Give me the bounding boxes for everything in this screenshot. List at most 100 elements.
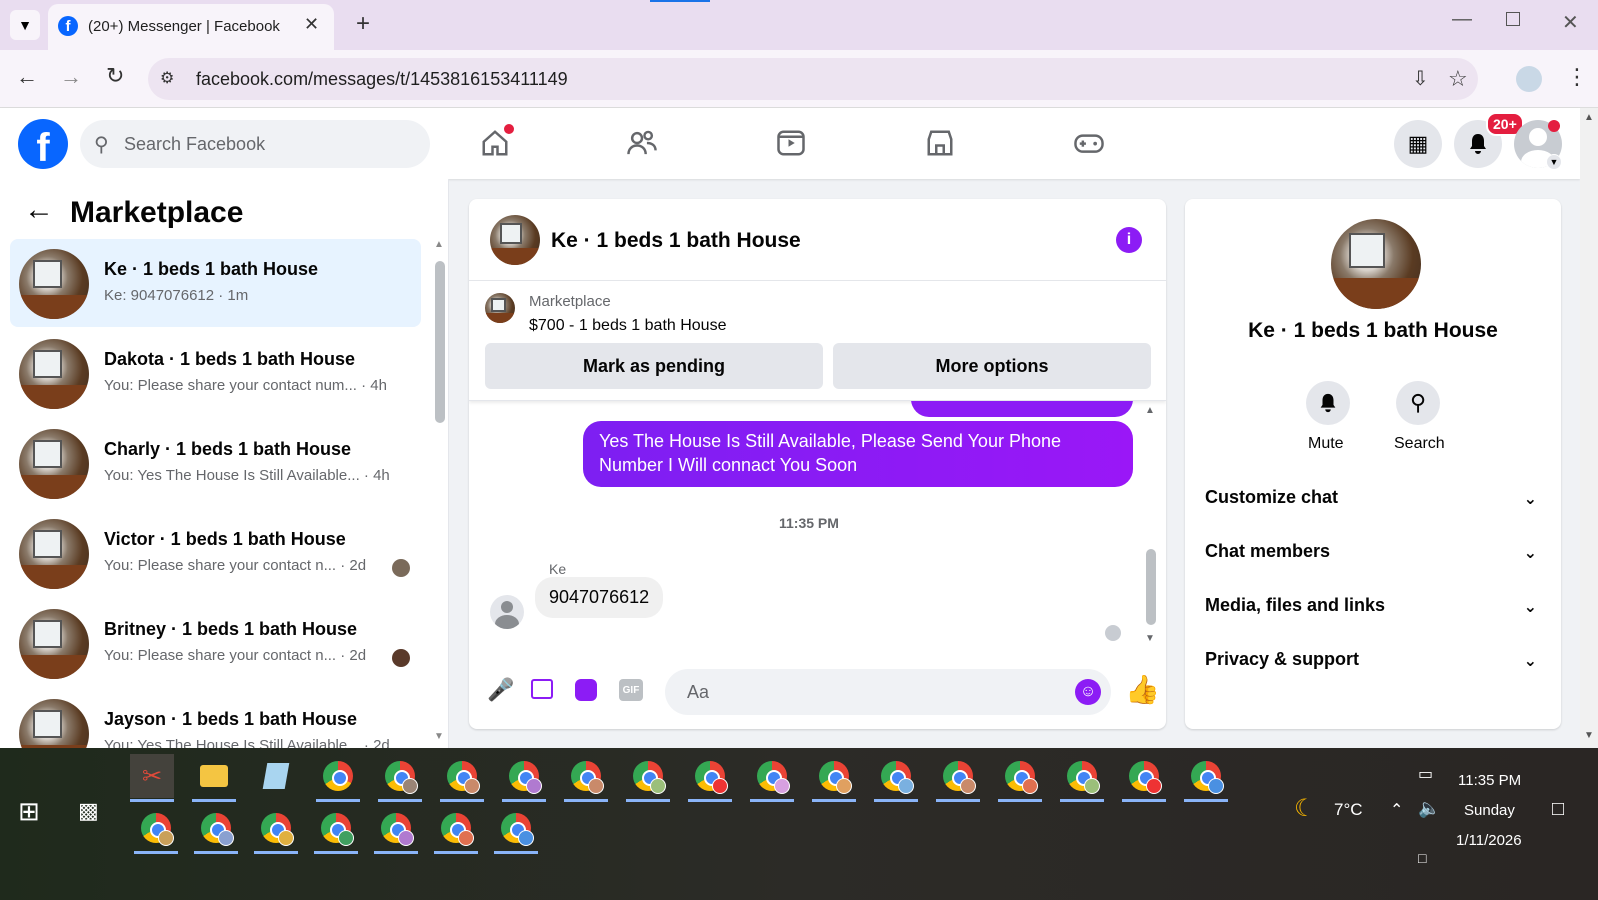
facebook-logo-icon[interactable]: f bbox=[18, 119, 68, 170]
scroll-up-icon[interactable]: ▲ bbox=[1145, 405, 1155, 416]
conversation-item[interactable]: Victor · 1 beds 1 bath House You: Please… bbox=[10, 509, 421, 597]
list-scrollbar-thumb[interactable] bbox=[435, 261, 445, 423]
nav-home[interactable] bbox=[470, 120, 520, 166]
battery-icon[interactable]: □ bbox=[1418, 850, 1426, 866]
emoji-icon[interactable]: ☺ bbox=[1075, 679, 1101, 705]
browser-tab[interactable]: f (20+) Messenger | Facebook ✕ bbox=[48, 4, 334, 50]
photo-icon[interactable] bbox=[531, 679, 553, 699]
nav-marketplace[interactable] bbox=[915, 120, 965, 166]
network-icon[interactable]: ▭ bbox=[1418, 764, 1433, 784]
url-text[interactable]: facebook.com/messages/t/1453816153411149 bbox=[196, 69, 568, 90]
listing-thumbnail[interactable] bbox=[485, 293, 515, 323]
listing-price[interactable]: $700 - 1 beds 1 bath House bbox=[529, 317, 726, 335]
taskbar-chrome-profile[interactable] bbox=[626, 754, 670, 802]
taskbar-chrome-profile[interactable] bbox=[502, 754, 546, 802]
chat-avatar[interactable] bbox=[490, 215, 540, 265]
clock-day[interactable]: Sunday bbox=[1464, 802, 1515, 819]
clock-date[interactable]: 1/11/2026 bbox=[1456, 832, 1522, 849]
forward-arrow-icon[interactable]: → bbox=[60, 64, 82, 90]
taskbar-chrome-profile[interactable] bbox=[254, 806, 298, 854]
install-app-icon[interactable]: ⇩ bbox=[1412, 66, 1429, 91]
taskbar-chrome-profile[interactable] bbox=[874, 754, 918, 802]
restore-button[interactable] bbox=[1506, 12, 1520, 26]
browser-menu-icon[interactable]: ⋮ bbox=[1566, 64, 1588, 90]
taskbar-chrome-profile[interactable] bbox=[374, 806, 418, 854]
search-box[interactable]: ⚲ Search Facebook bbox=[80, 120, 430, 168]
taskbar-chrome-profile[interactable] bbox=[1122, 754, 1166, 802]
back-arrow-icon[interactable]: ← bbox=[16, 64, 38, 90]
scroll-up-icon[interactable]: ▲ bbox=[1584, 112, 1594, 123]
clock-time[interactable]: 11:35 PM bbox=[1458, 772, 1521, 789]
taskbar-chrome-profile[interactable] bbox=[494, 806, 538, 854]
conversation-item[interactable]: Charly · 1 beds 1 bath House You: Yes Th… bbox=[10, 419, 421, 507]
volume-icon[interactable]: 🔈 bbox=[1418, 798, 1440, 819]
site-settings-icon[interactable]: ⚙ bbox=[160, 68, 174, 88]
customize-chat-row[interactable]: Customize chat ⌄ bbox=[1205, 487, 1545, 508]
taskbar-chrome-profile[interactable] bbox=[378, 754, 422, 802]
media-files-links-row[interactable]: Media, files and links ⌄ bbox=[1205, 595, 1545, 616]
message-input[interactable]: Aa ☺ bbox=[665, 669, 1111, 715]
mark-pending-button[interactable]: Mark as pending bbox=[485, 343, 823, 389]
task-view-icon[interactable]: ▩ bbox=[78, 798, 99, 824]
message-scrollbar-thumb[interactable] bbox=[1146, 549, 1156, 625]
taskbar-chrome-profile[interactable] bbox=[936, 754, 980, 802]
taskbar-chrome-profile[interactable] bbox=[750, 754, 794, 802]
thumbs-up-icon[interactable]: 👍 bbox=[1125, 673, 1160, 706]
privacy-support-row[interactable]: Privacy & support ⌄ bbox=[1205, 649, 1545, 670]
weather-moon-icon[interactable]: ☾ bbox=[1294, 794, 1316, 823]
scroll-up-icon[interactable]: ▲ bbox=[434, 239, 444, 250]
tab-search-button[interactable]: ▼ bbox=[10, 10, 40, 40]
reload-icon[interactable]: ↻ bbox=[106, 63, 124, 89]
conversation-item[interactable]: Britney · 1 beds 1 bath House You: Pleas… bbox=[10, 599, 421, 687]
conversation-item[interactable]: Jayson · 1 beds 1 bath House You: Yes Th… bbox=[10, 689, 421, 748]
taskbar-chrome-profile[interactable] bbox=[998, 754, 1042, 802]
taskbar-app-explorer[interactable] bbox=[192, 754, 236, 802]
profile-avatar-icon[interactable] bbox=[1516, 66, 1542, 92]
more-options-button[interactable]: More options bbox=[833, 343, 1151, 389]
taskbar-chrome-profile[interactable] bbox=[134, 806, 178, 854]
conversation-item[interactable]: Ke · 1 beds 1 bath House Ke: 9047076612 … bbox=[10, 239, 421, 327]
taskbar-app-notepad[interactable] bbox=[254, 754, 298, 798]
gif-icon[interactable]: GIF bbox=[619, 679, 643, 701]
taskbar-chrome-profile[interactable] bbox=[1184, 754, 1228, 802]
windows-start-icon[interactable]: ⊞ bbox=[18, 796, 40, 827]
address-bar[interactable]: ⚙ facebook.com/messages/t/14538161534111… bbox=[148, 58, 1478, 100]
taskbar-chrome-profile[interactable] bbox=[440, 754, 484, 802]
search-in-chat-button[interactable]: ⚲ bbox=[1396, 381, 1440, 425]
sticker-icon[interactable] bbox=[575, 679, 597, 701]
close-tab-icon[interactable]: ✕ bbox=[304, 14, 319, 35]
bookmark-star-icon[interactable]: ☆ bbox=[1448, 66, 1468, 92]
taskbar-chrome-profile[interactable] bbox=[812, 754, 856, 802]
minimize-button[interactable]: — bbox=[1452, 8, 1472, 31]
nav-gaming[interactable] bbox=[1064, 120, 1114, 166]
info-icon[interactable]: i bbox=[1116, 227, 1142, 253]
page-scrollbar[interactable]: ▲ ▼ bbox=[1580, 108, 1598, 748]
taskbar-chrome-profile[interactable] bbox=[314, 806, 358, 854]
new-tab-button[interactable]: + bbox=[356, 10, 370, 38]
chat-title[interactable]: Ke · 1 beds 1 bath House bbox=[551, 229, 801, 253]
incoming-bubble[interactable]: 9047076612 bbox=[535, 577, 664, 618]
close-window-button[interactable]: ✕ bbox=[1562, 10, 1579, 35]
chat-members-row[interactable]: Chat members ⌄ bbox=[1205, 541, 1545, 562]
microphone-icon[interactable]: 🎤 bbox=[487, 677, 514, 703]
conversation-item[interactable]: Dakota · 1 beds 1 bath House You: Please… bbox=[10, 329, 421, 417]
scroll-down-icon[interactable]: ▼ bbox=[1145, 633, 1155, 644]
menu-button[interactable]: ▦ bbox=[1394, 120, 1442, 168]
taskbar-app-snipping[interactable]: ✂ bbox=[130, 754, 174, 802]
account-chevron-icon[interactable]: ▼ bbox=[1546, 154, 1562, 170]
sender-avatar[interactable] bbox=[490, 595, 524, 629]
taskbar-chrome-profile[interactable] bbox=[434, 806, 478, 854]
taskbar-chrome-profile[interactable] bbox=[194, 806, 238, 854]
action-center-icon[interactable]: □ bbox=[1552, 798, 1564, 821]
mute-button[interactable] bbox=[1306, 381, 1350, 425]
nav-friends[interactable] bbox=[617, 120, 667, 166]
taskbar-chrome[interactable] bbox=[316, 754, 360, 802]
scroll-down-icon[interactable]: ▼ bbox=[434, 731, 444, 742]
back-arrow-icon[interactable]: ← bbox=[24, 193, 54, 227]
scroll-down-icon[interactable]: ▼ bbox=[1584, 730, 1594, 741]
weather-temp[interactable]: 7°C bbox=[1334, 800, 1363, 820]
taskbar-chrome-profile[interactable] bbox=[688, 754, 732, 802]
search-input[interactable]: Search Facebook bbox=[124, 134, 265, 155]
nav-video[interactable] bbox=[766, 120, 816, 166]
info-avatar[interactable] bbox=[1331, 219, 1421, 309]
